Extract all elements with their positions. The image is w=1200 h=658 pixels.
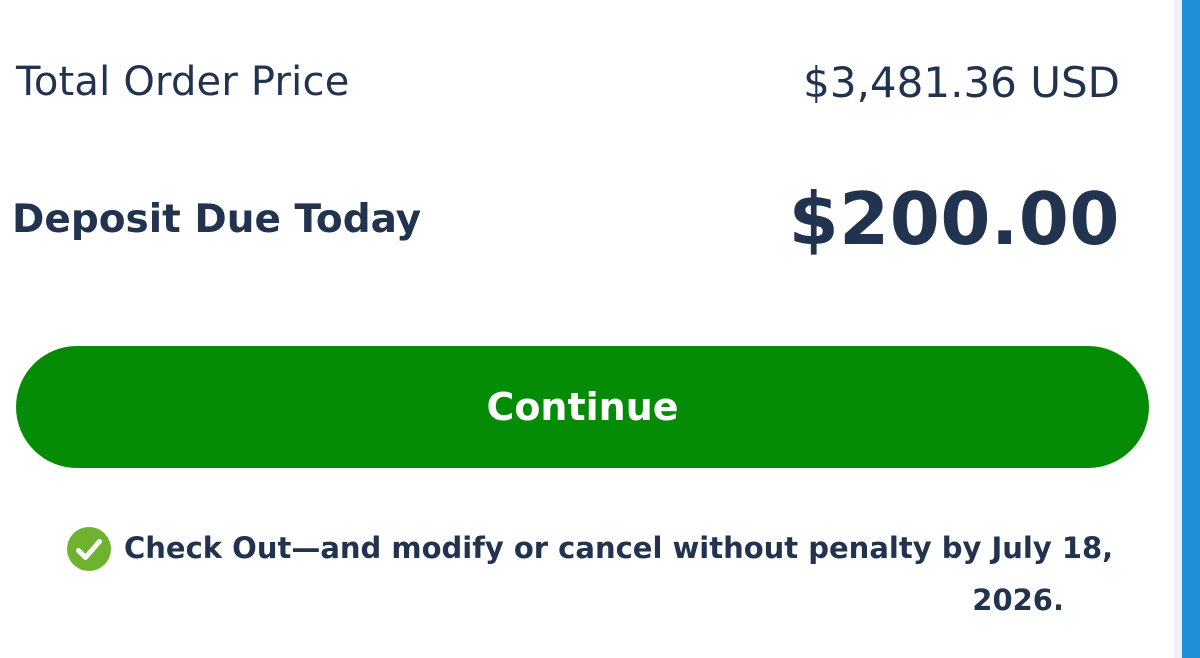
total-order-price-row: Total Order Price $3,481.36 USD (16, 52, 1120, 112)
deposit-due-row: Deposit Due Today $200.00 (12, 174, 1120, 264)
deposit-due-value: $200.00 (788, 177, 1120, 261)
cancellation-note-line-2: 2026. (972, 583, 1064, 617)
continue-button[interactable]: Continue (16, 346, 1149, 468)
right-edge-bar (1182, 0, 1200, 658)
scrollbar-track[interactable] (1174, 0, 1182, 658)
total-order-price-label: Total Order Price (16, 59, 350, 105)
cancellation-note-line-1: Check Out—and modify or cancel without p… (124, 531, 1114, 565)
deposit-due-label: Deposit Due Today (12, 196, 422, 242)
cancellation-note-text: Check Out—and modify or cancel without p… (124, 522, 1114, 626)
checkout-summary-panel: Total Order Price $3,481.36 USD Deposit … (0, 0, 1174, 658)
total-order-price-value: $3,481.36 USD (803, 57, 1120, 107)
check-circle-icon (67, 527, 111, 571)
